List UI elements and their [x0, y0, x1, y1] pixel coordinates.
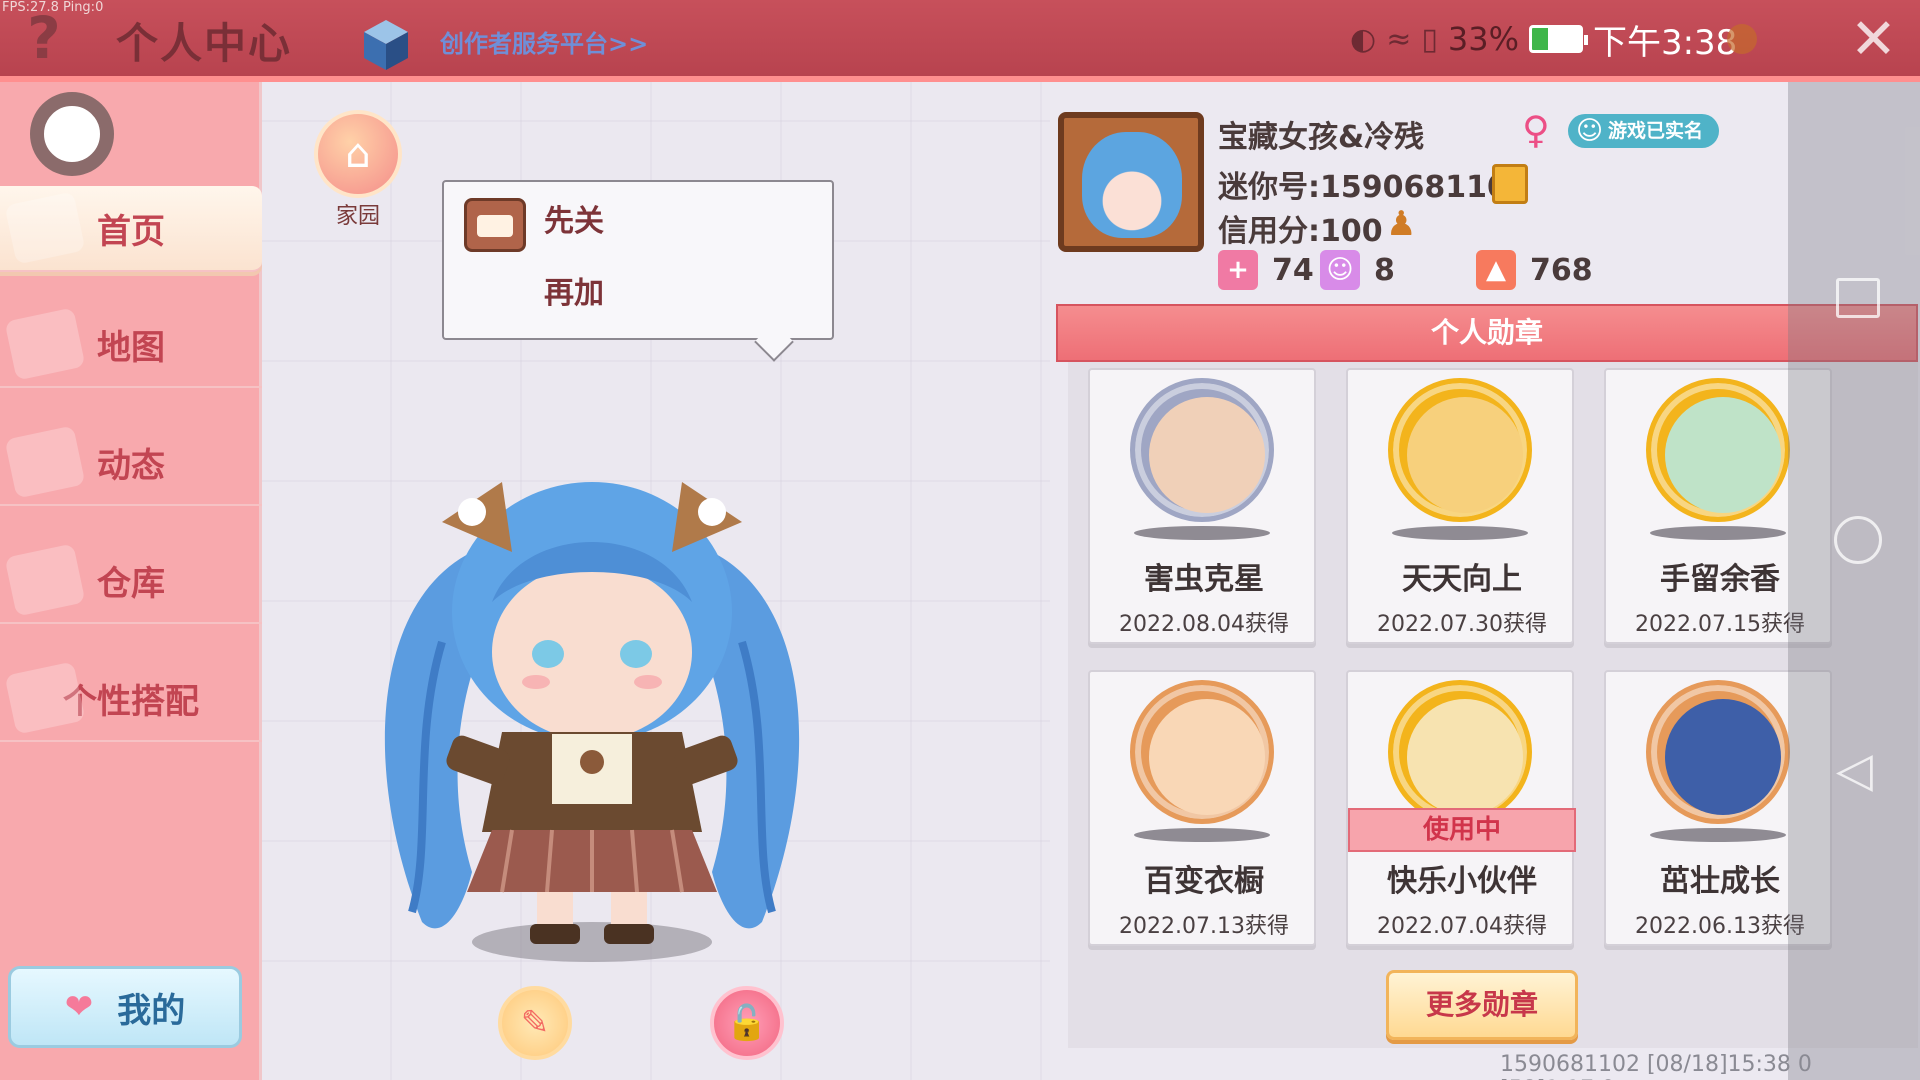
- female-icon: ♀: [1522, 108, 1550, 152]
- home-nav-icon[interactable]: [1834, 516, 1882, 564]
- character-area: ⌂ 家园 先关 再加 ✎ 🔓: [262, 82, 1050, 1080]
- android-nav-bar: ◁: [1788, 82, 1920, 1080]
- data-saver-icon: ◐: [1350, 21, 1377, 57]
- footer-info: 1590681102 [08/18]15:38 0 [58]1.17.0: [1500, 1052, 1812, 1080]
- medal-name: 天天向上: [1402, 562, 1522, 597]
- medal-shadow: [1134, 526, 1270, 540]
- sidebar-item-map[interactable]: 地图: [0, 302, 262, 388]
- sidebar-item-outfit[interactable]: 个性搭配: [0, 656, 262, 742]
- bubble-line-1: 先关: [544, 204, 604, 239]
- mini-id: 迷你号:1590681102: [1218, 170, 1529, 205]
- medal-name: 百变衣橱: [1144, 864, 1264, 899]
- medal-date: 2022.07.13获得: [1119, 914, 1289, 939]
- back-icon[interactable]: ◁: [1836, 742, 1873, 798]
- mine-label: 我的: [117, 990, 186, 1031]
- profile-avatar[interactable]: [1058, 112, 1204, 252]
- heat-count: 768: [1530, 252, 1593, 288]
- fans-stat: ☺ 8: [1320, 250, 1395, 290]
- character-avatar[interactable]: [352, 442, 832, 962]
- status-bar: ◐ ≈ ▯ 33% 下午3:38: [1350, 14, 1758, 64]
- medal-card[interactable]: 天天向上 2022.07.30获得: [1346, 368, 1574, 644]
- warehouse-icon: [4, 543, 86, 617]
- copy-icon[interactable]: [1492, 164, 1528, 204]
- cube-icon[interactable]: [362, 18, 410, 72]
- map-icon: [4, 307, 86, 381]
- sidebar: 首页 地图 动态 仓库 个性搭配 ❤ 我的: [0, 82, 262, 1080]
- nickname: 宝藏女孩&冷残: [1218, 120, 1425, 155]
- verified-badge: 游戏已实名: [1568, 114, 1720, 148]
- edit-icon[interactable]: ✎: [498, 986, 572, 1060]
- battery-percent: 33%: [1447, 20, 1519, 58]
- avatar-face: [1082, 132, 1182, 238]
- flame-icon: ▲: [1476, 250, 1516, 290]
- home-icon: [4, 191, 86, 265]
- medal-name: 害虫克星: [1144, 562, 1264, 597]
- close-icon[interactable]: ✕: [1850, 10, 1897, 70]
- medal-card[interactable]: 使用中 快乐小伙伴 2022.07.04获得: [1346, 670, 1576, 946]
- alert-icon: ▯: [1421, 21, 1438, 57]
- in-use-badge: 使用中: [1348, 808, 1576, 852]
- person-icon[interactable]: ♟: [1386, 204, 1416, 244]
- sidebar-item-feed[interactable]: 动态: [0, 420, 262, 506]
- likes-stat: + 74: [1218, 250, 1314, 290]
- sidebar-item-label: 仓库: [97, 563, 165, 604]
- medal-shadow: [1650, 828, 1786, 842]
- home-label: 家园: [335, 204, 380, 229]
- help-icon[interactable]: ?: [18, 6, 70, 70]
- medal-card[interactable]: 害虫克星 2022.08.04获得: [1088, 368, 1316, 644]
- heart-icon: ❤: [64, 987, 94, 1027]
- bell-icon: [4, 425, 86, 499]
- likes-count: 74: [1272, 252, 1314, 288]
- plus-icon: +: [1218, 250, 1258, 290]
- outfit-icon: [4, 661, 86, 735]
- medal-calendar-icon: [1388, 378, 1532, 522]
- speech-bubble: 先关 再加: [442, 180, 834, 340]
- medal-card[interactable]: 百变衣橱 2022.07.13获得: [1088, 670, 1316, 946]
- more-medals-button[interactable]: 更多勋章: [1386, 970, 1578, 1040]
- top-bar: FPS:27.8 Ping:0 ? 个人中心 创作者服务平台>> ◐ ≈ ▯ 3…: [0, 0, 1920, 82]
- heat-stat: ▲ 768: [1476, 250, 1593, 290]
- medal-frog-icon: [1646, 680, 1790, 824]
- page-title: 个人中心: [116, 19, 293, 68]
- avatar[interactable]: [30, 92, 114, 176]
- sidebar-item-warehouse[interactable]: 仓库: [0, 538, 262, 624]
- sidebar-item-label: 首页: [97, 211, 165, 252]
- credit-score: 信用分:100: [1218, 214, 1383, 249]
- fans-icon: ☺: [1320, 250, 1360, 290]
- medal-name: 快乐小伙伴: [1387, 864, 1537, 899]
- medal-date: 2022.07.04获得: [1377, 914, 1547, 939]
- chest-icon: [464, 198, 526, 252]
- sidebar-item-label: 地图: [97, 327, 165, 368]
- medal-wardrobe-icon: [1130, 680, 1274, 824]
- medal-bug-icon: [1130, 378, 1274, 522]
- fans-count: 8: [1374, 252, 1395, 288]
- home-icon[interactable]: ⌂: [314, 110, 402, 198]
- lock-icon[interactable]: 🔓: [710, 986, 784, 1060]
- gear-icon: [1727, 24, 1758, 54]
- medal-flower-icon: [1646, 378, 1790, 522]
- medal-shadow: [1392, 526, 1528, 540]
- sidebar-item-home[interactable]: 首页: [0, 186, 262, 272]
- wifi-icon: ≈: [1386, 21, 1412, 57]
- medal-friends-icon: [1388, 680, 1532, 824]
- medal-shadow: [1650, 526, 1786, 540]
- creator-platform-link[interactable]: 创作者服务平台>>: [440, 24, 648, 59]
- clock: 下午3:38: [1592, 22, 1738, 63]
- medal-shadow: [1134, 828, 1270, 842]
- mine-button[interactable]: ❤ 我的: [8, 966, 242, 1048]
- recents-icon[interactable]: [1836, 278, 1880, 318]
- medal-date: 2022.07.30获得: [1377, 612, 1547, 637]
- bubble-line-2: 再加: [544, 276, 604, 311]
- battery-icon: [1528, 25, 1588, 53]
- medal-date: 2022.08.04获得: [1119, 612, 1289, 637]
- sidebar-item-label: 动态: [97, 445, 165, 486]
